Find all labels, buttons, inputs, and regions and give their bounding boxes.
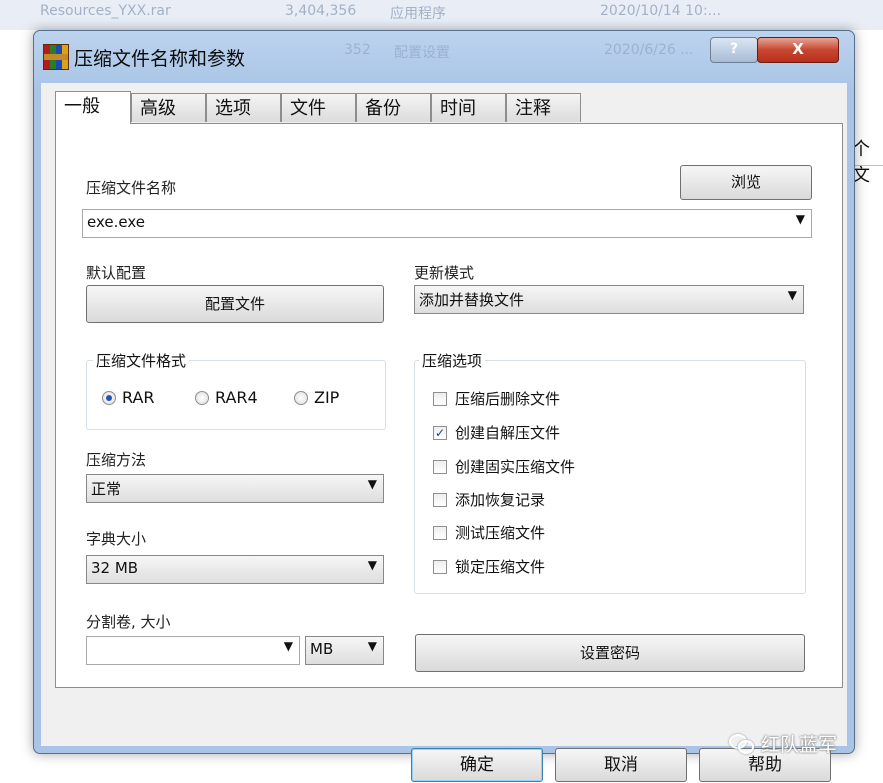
ok-button[interactable]: 确定 [411, 748, 543, 782]
checkbox-icon [433, 525, 447, 540]
watermark: 红队蓝军 [729, 730, 837, 757]
tab-advanced[interactable]: 高级 [131, 93, 206, 122]
split-size-combobox[interactable]: ▼ [86, 636, 300, 665]
split-unit-value: MB [310, 640, 334, 658]
bg-file-type: 配置设置 [394, 45, 450, 61]
checkbox-icon [433, 492, 447, 507]
chevron-down-icon[interactable]: ▼ [368, 639, 377, 653]
option-label: 创建自解压文件 [455, 424, 561, 442]
option-create-sfx[interactable]: ✓ 创建自解压文件 [433, 422, 560, 443]
tab-general[interactable]: 一般 [55, 91, 131, 124]
background-row-overlay: 352 配置设置 2020/6/26 ... [334, 39, 714, 61]
option-label: 锁定压缩文件 [455, 558, 546, 576]
option-test-archive[interactable]: 测试压缩文件 [433, 522, 545, 543]
bg-file-date: 2020/6/26 ... [604, 42, 694, 58]
tab-files[interactable]: 文件 [281, 93, 356, 122]
bg-file-date: 2020/10/14 10:... [600, 3, 722, 19]
update-mode-dropdown[interactable]: 添加并替换文件 ▼ [414, 285, 804, 314]
browse-button[interactable]: 浏览 [680, 165, 812, 200]
archiving-options-group: 压缩选项 压缩后删除文件 ✓ 创建自解压文件 创建固实压缩文件 添加恢复记录 测… [414, 350, 806, 594]
format-rar4-label: RAR4 [215, 388, 258, 407]
chevron-down-icon[interactable]: ▼ [796, 212, 805, 226]
update-mode-label: 更新模式 [414, 264, 475, 282]
option-delete-after[interactable]: 压缩后删除文件 [433, 388, 560, 409]
option-solid-archive[interactable]: 创建固实压缩文件 [433, 456, 575, 477]
option-label: 测试压缩文件 [455, 524, 546, 542]
chevron-down-icon[interactable]: ▼ [788, 288, 797, 302]
format-rar-radio[interactable]: RAR [102, 388, 155, 407]
chevron-down-icon[interactable]: ▼ [368, 558, 377, 572]
radio-icon [195, 390, 209, 405]
archive-name-value: exe.exe [87, 213, 145, 231]
archive-name-label: 压缩文件名称 [86, 179, 177, 197]
compression-method-value: 正常 [91, 480, 122, 498]
tab-time[interactable]: 时间 [431, 93, 506, 122]
format-rar4-radio[interactable]: RAR4 [195, 388, 258, 407]
archive-dialog: 压缩文件名称和参数 352 配置设置 2020/6/26 ... ? X 一般 … [33, 30, 855, 782]
option-recovery-record[interactable]: 添加恢复记录 [433, 489, 545, 510]
option-label: 创建固实压缩文件 [455, 458, 576, 476]
help-title-button[interactable]: ? [710, 37, 758, 63]
tab-comment[interactable]: 注释 [506, 93, 581, 122]
radio-icon [294, 390, 308, 405]
set-password-button[interactable]: 设置密码 [415, 634, 805, 672]
format-zip-label: ZIP [314, 388, 340, 407]
background-text: 个文 [852, 139, 870, 186]
dialog-title: 压缩文件名称和参数 [74, 48, 246, 70]
bg-file-name: Resources_YXX.rar [40, 3, 171, 19]
winrar-icon [43, 44, 69, 70]
format-rar-label: RAR [122, 388, 155, 407]
checkbox-icon [433, 559, 447, 574]
background-divider [852, 165, 883, 166]
dictionary-size-value: 32 MB [91, 559, 139, 577]
chevron-down-icon[interactable]: ▼ [284, 639, 293, 653]
split-unit-dropdown[interactable]: MB ▼ [305, 636, 384, 665]
dialog-client-area: 一般 高级 选项 文件 备份 时间 注释 压缩文件名称 浏览 exe.exe ▼… [41, 83, 847, 782]
update-mode-value: 添加并替换文件 [419, 291, 525, 309]
dictionary-size-label: 字典大小 [86, 530, 147, 548]
radio-selected-icon [102, 390, 116, 405]
cancel-button[interactable]: 取消 [555, 748, 687, 782]
compression-method-dropdown[interactable]: 正常 ▼ [86, 474, 384, 503]
checkbox-icon [433, 459, 447, 474]
archive-format-title: 压缩文件格式 [93, 350, 190, 371]
tab-panel-general: 压缩文件名称 浏览 exe.exe ▼ 默认配置 配置文件 更新模式 添加并替换… [55, 123, 843, 688]
split-volume-label: 分割卷, 大小 [86, 613, 171, 631]
archiving-options-title: 压缩选项 [419, 350, 486, 371]
tab-options[interactable]: 选项 [206, 93, 281, 122]
archive-name-combobox[interactable]: exe.exe ▼ [82, 209, 812, 238]
wechat-icon [729, 733, 755, 754]
chevron-down-icon[interactable]: ▼ [368, 477, 377, 491]
option-lock-archive[interactable]: 锁定压缩文件 [433, 556, 545, 577]
checkbox-icon [433, 391, 447, 406]
watermark-text: 红队蓝军 [761, 734, 838, 756]
bg-file-size: 3,404,356 [285, 3, 357, 19]
checkmark-icon: ✓ [433, 425, 447, 440]
background-row: Resources_YXX.rar 3,404,356 应用程序 2020/10… [0, 0, 883, 22]
close-button[interactable]: X [757, 37, 839, 63]
dictionary-size-dropdown[interactable]: 32 MB ▼ [86, 555, 384, 584]
bg-file-size: 352 [344, 42, 371, 58]
tab-backup[interactable]: 备份 [356, 93, 431, 122]
bg-file-type: 应用程序 [390, 6, 446, 22]
compression-method-label: 压缩方法 [86, 451, 147, 469]
default-profile-label: 默认配置 [86, 264, 147, 282]
option-label: 压缩后删除文件 [455, 390, 561, 408]
format-zip-radio[interactable]: ZIP [294, 388, 339, 407]
archive-format-group: 压缩文件格式 RAR RAR4 ZIP [86, 350, 386, 430]
option-label: 添加恢复记录 [455, 491, 546, 509]
title-bar[interactable]: 压缩文件名称和参数 352 配置设置 2020/6/26 ... ? X [34, 31, 854, 83]
profiles-button[interactable]: 配置文件 [86, 285, 384, 323]
background-file-list: Resources_YXX.rar 3,404,356 应用程序 2020/10… [0, 0, 883, 30]
